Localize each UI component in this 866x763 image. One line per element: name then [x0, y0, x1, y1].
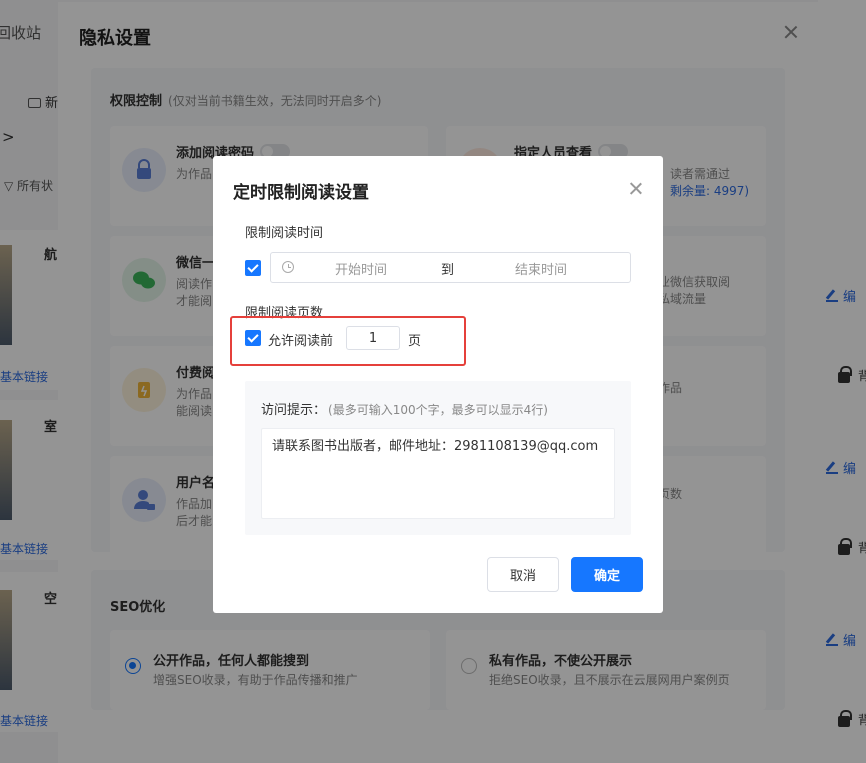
range-separator: 到: [441, 263, 455, 278]
cancel-button[interactable]: 取消: [487, 557, 559, 592]
access-tip-textarea[interactable]: 请联系图书出版者，邮件地址：2981108139@qq.com: [261, 428, 615, 519]
end-time-input[interactable]: 结束时间: [491, 259, 591, 278]
clock-icon: [282, 261, 294, 273]
access-tip-section: 访问提示： (最多可输入100个字，最多可以显示4行) 请联系图书出版者，邮件地址…: [245, 381, 631, 535]
confirm-button[interactable]: 确定: [571, 557, 643, 592]
time-limit-checkbox[interactable]: [245, 260, 261, 276]
timed-limit-modal: 定时限制阅读设置 限制阅读时间 开始时间 到 结束时间 限制阅读页数 允许阅读前…: [213, 156, 663, 613]
start-time-input[interactable]: 开始时间: [311, 259, 411, 278]
close-icon[interactable]: [629, 182, 642, 195]
access-tip-label: 访问提示： (最多可输入100个字，最多可以显示4行): [261, 403, 548, 418]
pages-highlight-box: [230, 316, 466, 366]
time-section-label: 限制阅读时间: [245, 226, 324, 241]
modal-title: 定时限制阅读设置: [233, 183, 369, 203]
time-range-picker[interactable]: 开始时间 到 结束时间: [270, 252, 631, 283]
